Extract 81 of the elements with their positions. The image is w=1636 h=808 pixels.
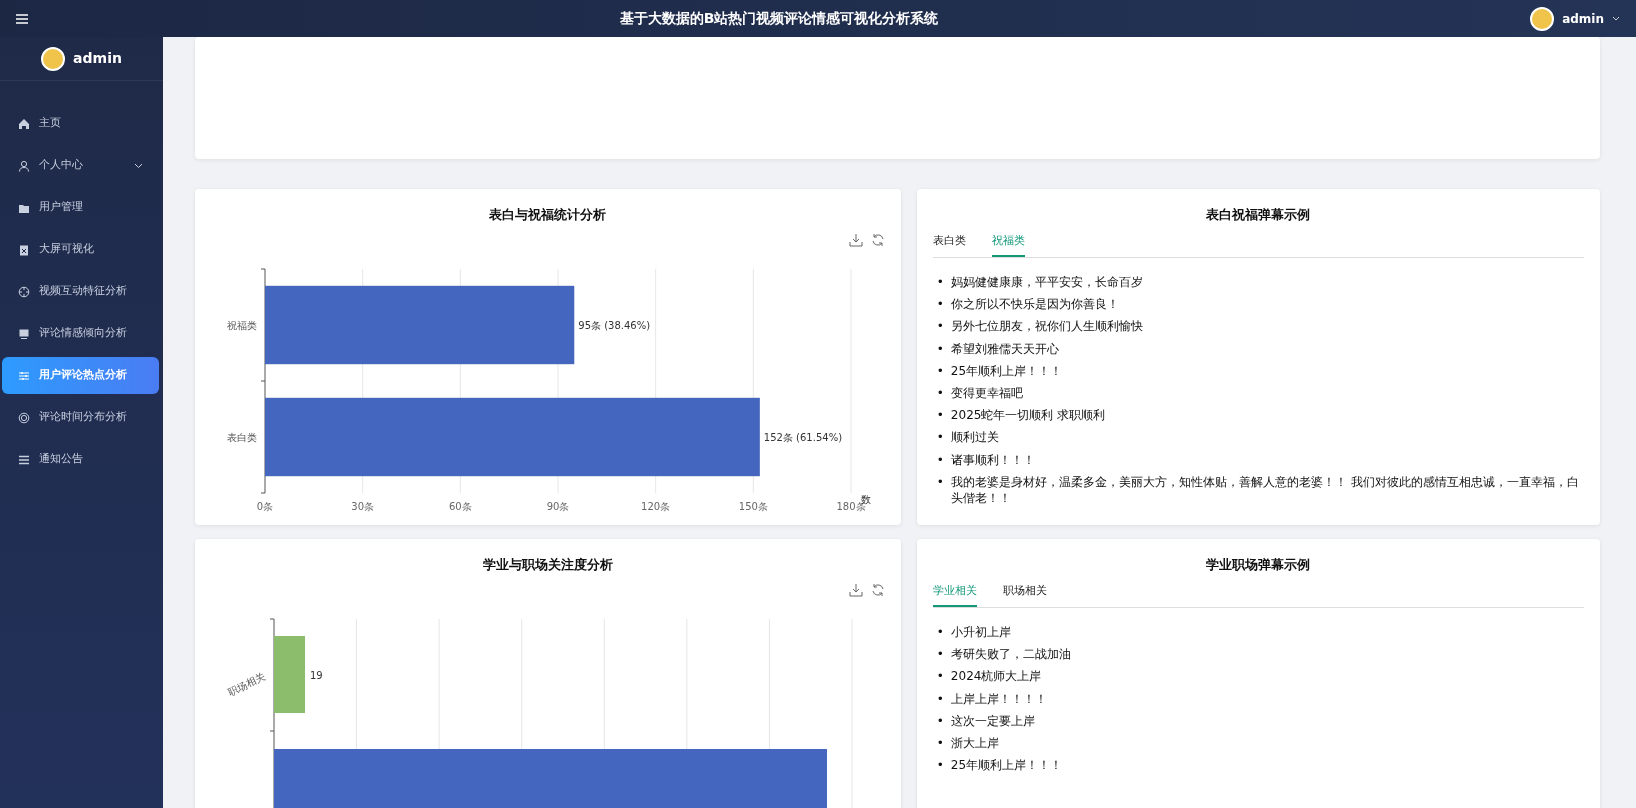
user-name: admin xyxy=(73,49,122,68)
tab[interactable]: 表白类 xyxy=(932,232,966,257)
bullet: • xyxy=(936,274,945,291)
tab[interactable]: 祝福类 xyxy=(991,232,1025,257)
user-avatar xyxy=(41,46,66,71)
value-label: 95条 (38.46%) xyxy=(578,319,651,331)
axis-label: 90条 xyxy=(546,500,570,512)
chevron-down-icon[interactable] xyxy=(1612,16,1620,21)
tab[interactable]: 学业相关 xyxy=(932,582,977,607)
bullet: • xyxy=(936,340,945,357)
sidebar-item[interactable]: 个人中心 xyxy=(2,147,159,184)
panel-title: 表白祝福弹幕示例 xyxy=(1205,206,1312,224)
bullet: • xyxy=(936,734,945,752)
bullet: • xyxy=(936,473,945,491)
value-label: 19 xyxy=(310,669,323,681)
list-item: 25年顺利上岸！！！ xyxy=(950,757,1063,774)
bullet: • xyxy=(936,624,945,641)
list-item: 2024杭师大上岸 xyxy=(950,668,1042,685)
bullet: • xyxy=(936,429,945,446)
clipboard-icon xyxy=(18,243,30,256)
refresh-icon[interactable] xyxy=(870,232,885,247)
monitor-icon xyxy=(18,327,30,340)
list-item: 诸事顺利！！！ xyxy=(950,451,1035,468)
sidebar-item[interactable]: 评论情感倾向分析 xyxy=(2,315,159,352)
tab[interactable]: 职场相关 xyxy=(1002,582,1047,607)
bullet: • xyxy=(936,451,945,468)
axis-label: 60条 xyxy=(448,500,472,512)
list-icon xyxy=(18,453,30,466)
user-name[interactable]: admin xyxy=(1562,9,1604,28)
axis-label: 0条 xyxy=(256,500,274,512)
list-item: 上岸上岸！！！！ xyxy=(950,690,1047,707)
axis-label: 120条 xyxy=(641,500,671,512)
refresh-icon[interactable] xyxy=(870,582,885,597)
list-item: 变得更幸福吧 xyxy=(950,384,1023,402)
menu-icon[interactable] xyxy=(16,13,28,24)
bullet: • xyxy=(936,646,945,663)
sidebar-item[interactable]: 主页 xyxy=(2,105,159,142)
list-item: 2025蛇年一切顺利 求职顺利 xyxy=(950,407,1106,424)
sidebar-item[interactable]: 评论时间分布分析 xyxy=(2,399,159,436)
crosshair-icon xyxy=(18,285,30,298)
axis-label: 30条 xyxy=(351,500,375,512)
list-item: 考研失败了，二战加油 xyxy=(950,646,1071,663)
list-item: 希望刘雅儒天天开心 xyxy=(950,340,1059,357)
bullet: • xyxy=(936,668,945,685)
bullet: • xyxy=(936,362,945,379)
sliders-icon xyxy=(18,369,30,382)
sidebar-item[interactable]: 通知公告 xyxy=(2,441,159,478)
list-item: 这次一定要上岸 xyxy=(950,712,1035,729)
bullet: • xyxy=(936,690,945,707)
download-icon[interactable] xyxy=(848,582,863,597)
panel-title: 学业职场弹幕示例 xyxy=(1205,556,1312,574)
list-item: 我的老婆是身材好，温柔多金，美丽大方，知性体贴，善解人意的老婆！！ 我们对彼此的感情互相忠诚，一直幸福，白头偕老！！ xyxy=(950,473,1580,507)
sidebar-item[interactable]: 视频互动特征分析 xyxy=(2,273,159,310)
list-item: 25年顺利上岸！！！ xyxy=(950,362,1063,379)
value-label: 152条 (61.54%) xyxy=(763,431,843,443)
home-icon xyxy=(18,117,30,130)
bullet: • xyxy=(936,712,945,729)
bullet: • xyxy=(936,296,945,313)
app-title: 基于大数据的B站热门视频评论情感可视化分析系统 xyxy=(619,10,939,26)
axis-label: 150条 xyxy=(738,500,768,512)
person-icon xyxy=(18,159,30,172)
list-item: 你之所以不快乐是因为你善良！ xyxy=(950,296,1119,313)
axis-label: 祝福类 xyxy=(227,319,257,331)
list-item: 妈妈健健康康，平平安安，长命百岁 xyxy=(950,274,1143,291)
target-icon xyxy=(18,411,30,424)
user-avatar[interactable] xyxy=(1530,6,1555,31)
bullet: • xyxy=(936,384,945,402)
sidebar-item[interactable]: 用户管理 xyxy=(2,189,159,226)
list-item: 小升初上岸 xyxy=(950,624,1011,641)
bullet: • xyxy=(936,318,945,335)
axis-label: 职场相关 xyxy=(225,670,267,698)
list-item: 另外七位朋友，祝你们人生顺利愉快 xyxy=(950,318,1143,335)
panel-title: 表白与祝福统计分析 xyxy=(488,206,608,224)
download-icon[interactable] xyxy=(848,232,863,247)
bullet: • xyxy=(936,407,945,424)
list-item: 浙大上岸 xyxy=(950,734,999,752)
axis-label: 表白类 xyxy=(227,431,257,443)
sidebar-item[interactable]: 大屏可视化 xyxy=(2,231,159,268)
panel-title: 学业与职场关注度分析 xyxy=(481,556,614,574)
list-item: 顺利过关 xyxy=(950,429,999,446)
bullet: • xyxy=(936,757,945,774)
